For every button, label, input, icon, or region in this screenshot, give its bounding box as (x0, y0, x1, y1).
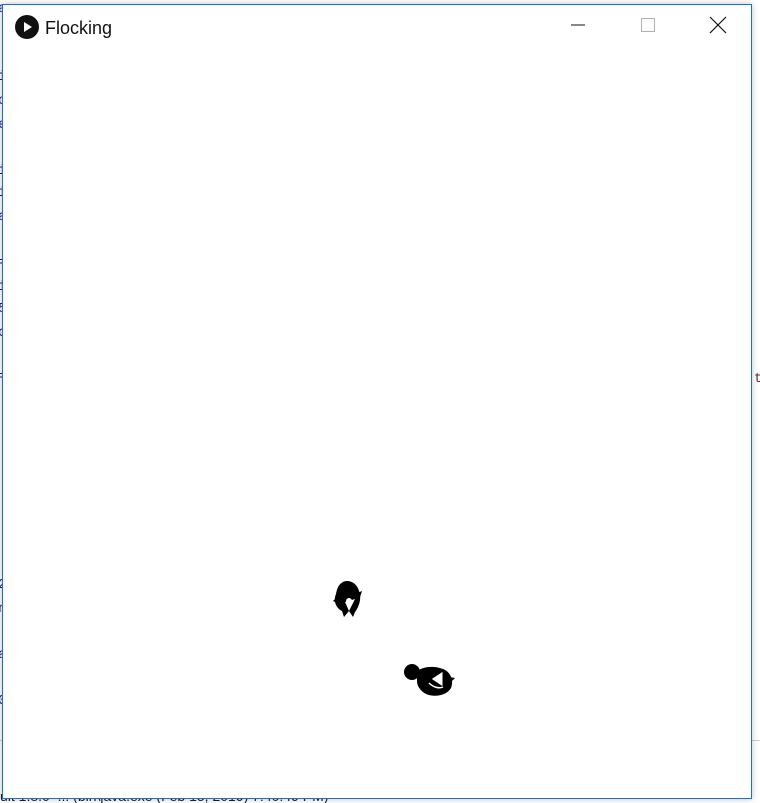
title-bar[interactable]: Flocking (3, 5, 751, 45)
boid-cluster-upper (333, 581, 362, 617)
desktop: a i o e i i a = i 5 c = 2 n a 0 e t ult … (0, 0, 760, 803)
close-icon (709, 16, 727, 34)
window-title: Flocking (45, 18, 113, 38)
sketch-canvas[interactable] (3, 45, 751, 798)
processing-play-icon (15, 15, 39, 39)
minimize-icon (571, 24, 585, 26)
minimize-button[interactable] (555, 5, 601, 45)
flocking-canvas (333, 581, 455, 696)
sketch-window: Flocking (2, 4, 752, 799)
boid-cluster-lower (404, 664, 455, 696)
maximize-button[interactable] (625, 5, 671, 45)
background-editor-text: t (754, 371, 760, 387)
close-button[interactable] (695, 5, 741, 45)
maximize-icon (641, 18, 655, 32)
